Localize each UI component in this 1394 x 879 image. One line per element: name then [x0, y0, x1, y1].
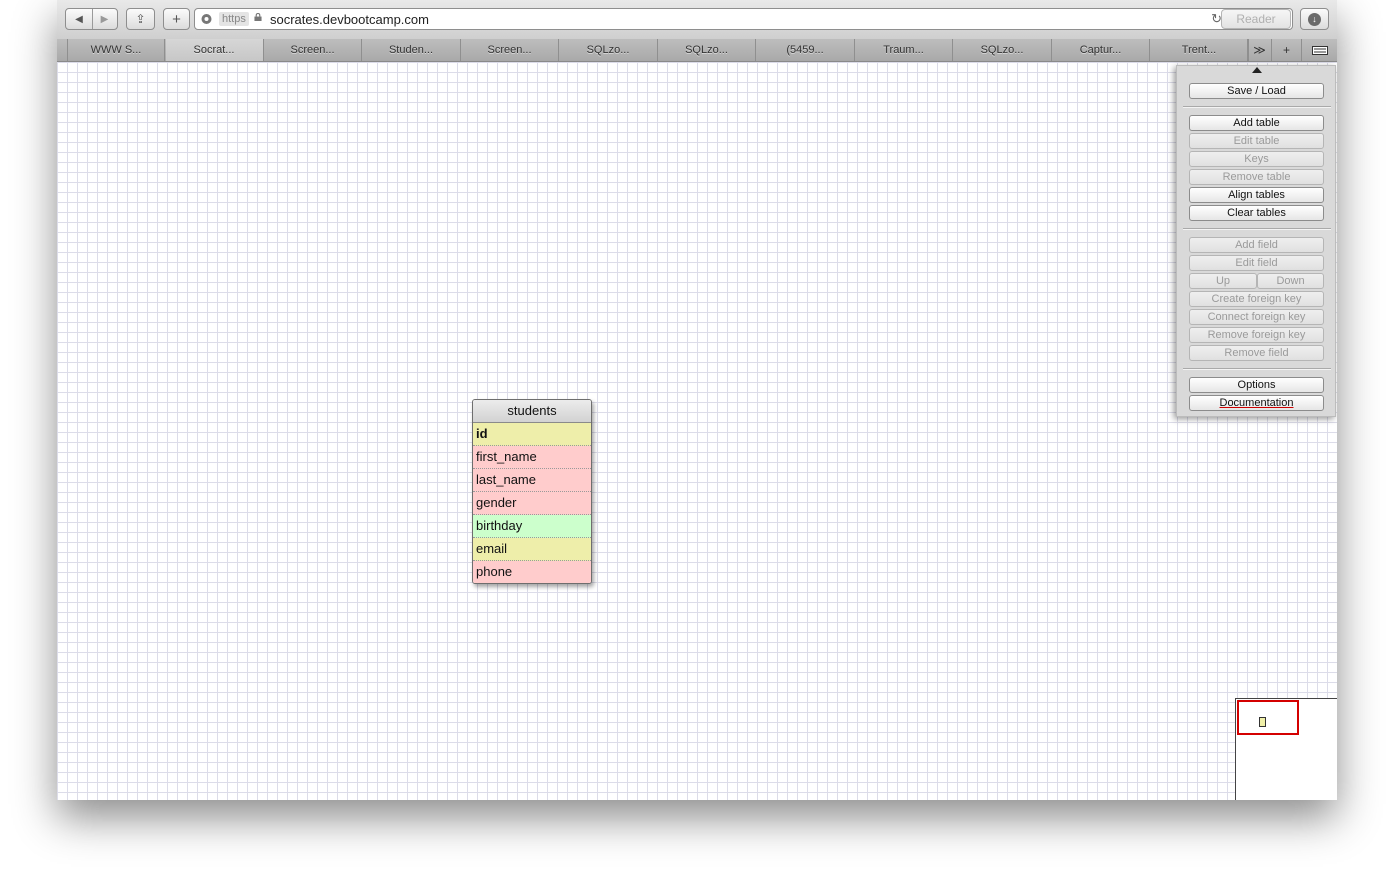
- db-field-birthday[interactable]: birthday: [473, 515, 591, 538]
- db-field-phone[interactable]: phone: [473, 561, 591, 583]
- add-table-button[interactable]: Add table: [1189, 115, 1324, 131]
- browser-window: ◀ ▶ ⇪ + https socrates.devbootcamp.com ↻…: [57, 0, 1337, 800]
- tab-2[interactable]: Screen...: [264, 39, 362, 61]
- add-bookmark-icon: +: [172, 10, 181, 28]
- back-forward-group: ◀ ▶: [65, 8, 118, 30]
- tab-label: SQLzo...: [586, 44, 630, 56]
- edit-field-button[interactable]: Edit field: [1189, 255, 1324, 271]
- minimap-viewport[interactable]: [1237, 700, 1299, 735]
- tab-label: (5459...: [786, 44, 824, 56]
- tab-label: SQLzo...: [685, 44, 728, 56]
- remove-foreign-key-button[interactable]: Remove foreign key: [1189, 327, 1324, 343]
- db-table-students[interactable]: students id first_name last_name gender birt…: [472, 399, 592, 584]
- documentation-label: Documentation: [1219, 397, 1294, 409]
- forward-icon: ▶: [100, 13, 109, 25]
- options-button[interactable]: Options: [1189, 377, 1324, 393]
- tab-label: Studen...: [388, 44, 434, 56]
- collapse-arrow-icon[interactable]: [1252, 67, 1262, 73]
- share-button[interactable]: ⇪: [126, 8, 155, 30]
- tab-10[interactable]: Captur...: [1052, 39, 1150, 61]
- edit-table-button[interactable]: Edit table: [1189, 133, 1324, 149]
- field-down-button[interactable]: Down: [1257, 273, 1324, 289]
- tab-8[interactable]: Traum...: [855, 39, 953, 61]
- tab-label: Screen...: [487, 44, 532, 56]
- tab-overflow-button[interactable]: ≫: [1247, 39, 1271, 61]
- tab-label: Screen...: [290, 44, 335, 56]
- download-icon: ↓: [1308, 12, 1321, 26]
- keys-button[interactable]: Keys: [1189, 151, 1324, 167]
- download-button[interactable]: ↓: [1300, 8, 1329, 30]
- field-up-button[interactable]: Up: [1189, 273, 1257, 289]
- db-field-email[interactable]: email: [473, 538, 591, 561]
- reader-button[interactable]: Reader: [1221, 9, 1291, 29]
- url-scheme: https: [219, 12, 249, 26]
- db-table-fields: id first_name last_name gender birthday email…: [473, 423, 591, 583]
- tab-0[interactable]: WWW S...: [67, 39, 165, 61]
- panel-divider: [1183, 106, 1331, 108]
- remove-field-button[interactable]: Remove field: [1189, 345, 1324, 361]
- tab-7[interactable]: (5459...: [757, 39, 855, 61]
- schema-canvas[interactable]: students id first_name last_name gender birt…: [57, 62, 1337, 800]
- tab-9[interactable]: SQLzo...: [954, 39, 1052, 61]
- panel-divider: [1183, 228, 1331, 230]
- tab-overflow-icon: ≫: [1253, 43, 1266, 57]
- tab-11[interactable]: Trent...: [1151, 39, 1249, 61]
- save-load-button[interactable]: Save / Load: [1189, 83, 1324, 99]
- address-bar[interactable]: https socrates.devbootcamp.com ↻: [194, 8, 1293, 30]
- sidebar-button[interactable]: [1301, 39, 1337, 61]
- tab-label: Trent...: [1181, 44, 1217, 56]
- db-field-gender[interactable]: gender: [473, 492, 591, 515]
- minimap-table-marker: [1259, 717, 1266, 727]
- documentation-button[interactable]: Documentation: [1189, 395, 1324, 411]
- db-field-id[interactable]: id: [473, 423, 591, 446]
- back-icon: ◀: [75, 13, 83, 25]
- tab-label: Captur...: [1079, 44, 1122, 56]
- tab-6[interactable]: SQLzo...: [658, 39, 756, 61]
- panel-divider: [1183, 368, 1331, 370]
- remove-table-button[interactable]: Remove table: [1189, 169, 1324, 185]
- tab-5[interactable]: SQLzo...: [560, 39, 658, 61]
- favicon-icon: [201, 14, 212, 24]
- minimap[interactable]: [1235, 698, 1337, 800]
- tab-label: Traum...: [883, 44, 924, 56]
- control-panel: Save / Load Add table Edit table Keys Re…: [1176, 65, 1336, 417]
- url-text: socrates.devbootcamp.com: [270, 12, 429, 27]
- lock-icon: [254, 13, 262, 21]
- db-field-last-name[interactable]: last_name: [473, 469, 591, 492]
- tab-4[interactable]: Screen...: [461, 39, 559, 61]
- create-foreign-key-button[interactable]: Create foreign key: [1189, 291, 1324, 307]
- add-field-button[interactable]: Add field: [1189, 237, 1324, 253]
- tab-label: SQLzo...: [980, 44, 1024, 56]
- tab-label: WWW S...: [90, 44, 142, 56]
- share-icon: ⇪: [135, 12, 146, 26]
- new-tab-icon: +: [1282, 43, 1290, 57]
- align-tables-button[interactable]: Align tables: [1189, 187, 1324, 203]
- tab-3[interactable]: Studen...: [363, 39, 461, 61]
- tab-bar: WWW S... Socrat... Screen... Studen... Scree…: [57, 39, 1337, 62]
- tab-1[interactable]: Socrat...: [165, 39, 264, 61]
- browser-toolbar: ◀ ▶ ⇪ + https socrates.devbootcamp.com ↻…: [57, 0, 1337, 40]
- tab-label: Socrat...: [193, 44, 235, 56]
- clear-tables-button[interactable]: Clear tables: [1189, 205, 1324, 221]
- sidebar-icon: [1311, 45, 1328, 55]
- db-table-title[interactable]: students: [473, 400, 591, 423]
- back-button[interactable]: ◀: [66, 9, 93, 29]
- forward-button[interactable]: ▶: [92, 9, 117, 29]
- add-bookmark-button[interactable]: +: [163, 8, 190, 30]
- db-field-first-name[interactable]: first_name: [473, 446, 591, 469]
- connect-foreign-key-button[interactable]: Connect foreign key: [1189, 309, 1324, 325]
- new-tab-button[interactable]: +: [1271, 39, 1301, 61]
